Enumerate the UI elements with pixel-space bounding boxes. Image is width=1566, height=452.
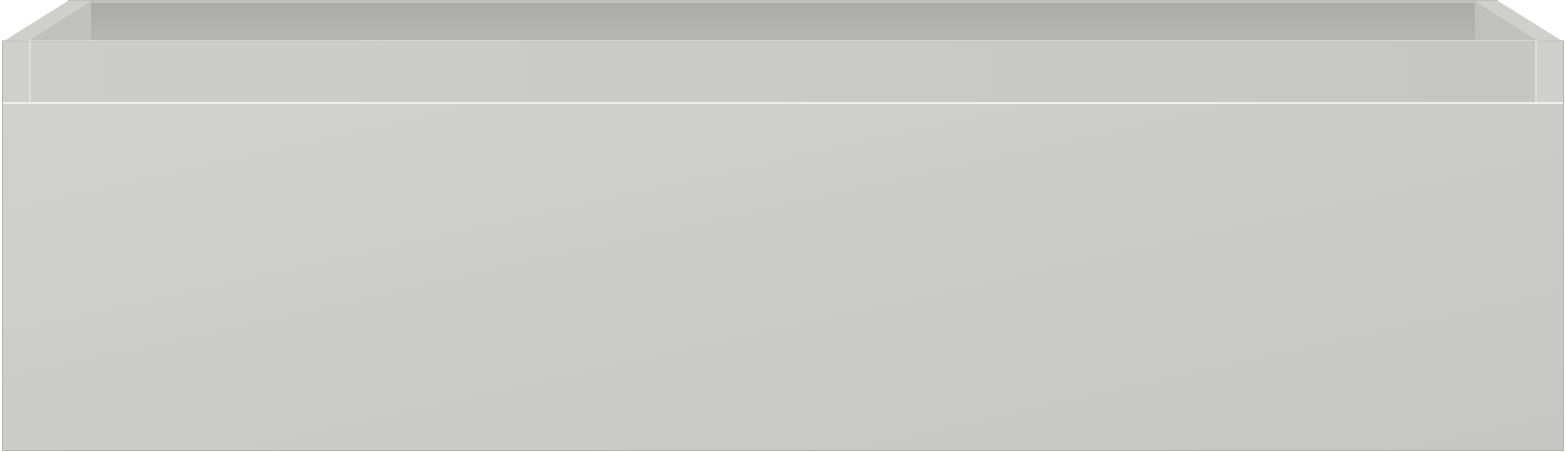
drawer-inner-back-wall	[90, 2, 1476, 40]
drawer-front-panel	[2, 103, 1564, 451]
drawer-right-post	[1536, 41, 1563, 103]
drawer-back-rim	[68, 0, 1498, 3]
drawer-render	[0, 0, 1566, 452]
drawer-left-post	[3, 41, 30, 103]
drawer-upper-band	[30, 41, 1536, 103]
drawer-illustration	[2, 0, 1564, 451]
